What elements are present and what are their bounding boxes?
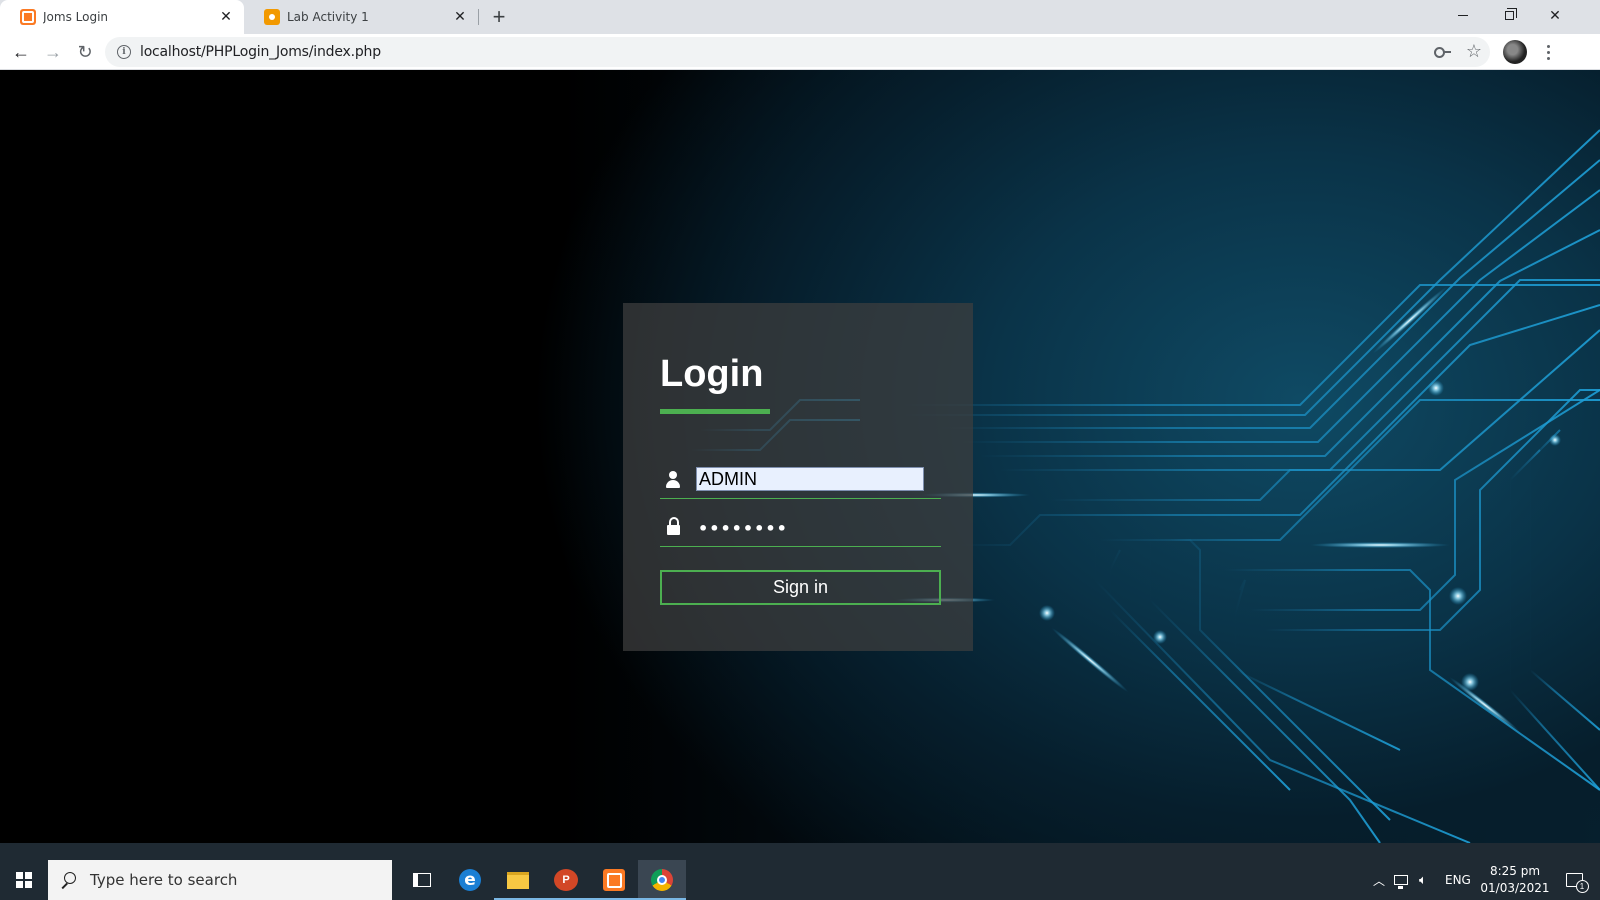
chrome-button[interactable] <box>638 860 686 900</box>
xampp-icon <box>20 9 36 25</box>
key-icon[interactable] <box>1433 42 1452 60</box>
network-icon <box>1394 875 1408 889</box>
reload-button[interactable]: ↻ <box>71 38 99 66</box>
chrome-icon <box>651 869 673 891</box>
forward-button[interactable]: → <box>39 38 67 66</box>
task-view-button[interactable] <box>398 860 446 900</box>
tab-divider <box>478 9 479 25</box>
xampp-button[interactable] <box>590 860 638 900</box>
powerpoint-icon: P <box>554 869 578 891</box>
password-field: •••••••• <box>660 511 941 547</box>
login-card: Login •••••••• Sign in <box>623 303 973 651</box>
profile-avatar[interactable] <box>1503 40 1527 64</box>
lock-icon <box>667 517 681 537</box>
close-tab-icon[interactable]: ✕ <box>218 9 234 25</box>
taskbar-search-box[interactable]: Type here to search <box>48 860 392 900</box>
powerpoint-button[interactable]: P <box>542 860 590 900</box>
arrow-left-icon: ← <box>12 41 30 62</box>
search-icon <box>60 872 76 888</box>
password-input[interactable]: •••••••• <box>696 515 924 541</box>
action-center-button[interactable]: 1 <box>1554 860 1594 900</box>
minimize-icon <box>1458 14 1468 16</box>
tab-title: Lab Activity 1 <box>287 10 369 24</box>
edge-icon: e <box>459 869 481 891</box>
restore-icon <box>1504 7 1517 20</box>
close-window-button[interactable]: ✕ <box>1532 0 1578 30</box>
windows-icon <box>16 872 32 888</box>
user-icon <box>666 471 680 489</box>
network-button[interactable] <box>1394 860 1412 900</box>
close-tab-icon[interactable]: ✕ <box>452 9 468 25</box>
title-underline <box>660 409 770 414</box>
browser-tab-strip: Joms Login ✕ Lab Activity 1 ✕ + ✕ <box>0 0 1600 34</box>
address-bar[interactable]: i localhost/PHPLogin_Joms/index.php ☆ <box>105 37 1490 67</box>
search-placeholder: Type here to search <box>90 871 238 889</box>
page-viewport: Login •••••••• Sign in <box>0 70 1600 843</box>
show-hidden-icons-button[interactable]: ︿ <box>1373 860 1387 900</box>
back-button[interactable]: ← <box>7 38 35 66</box>
edge-button[interactable]: e <box>446 860 494 900</box>
clock-time: 8:25 pm <box>1489 864 1541 878</box>
folder-icon <box>507 871 529 889</box>
classroom-icon <box>264 9 280 25</box>
page-title: Login <box>660 353 764 395</box>
language-indicator[interactable]: ENG <box>1445 860 1475 900</box>
browser-menu-button[interactable] <box>1538 40 1558 64</box>
xampp-icon <box>603 869 625 891</box>
notification-count: 1 <box>1575 880 1589 893</box>
task-view-icon <box>413 873 431 887</box>
file-explorer-button[interactable] <box>494 860 542 900</box>
new-tab-button[interactable]: + <box>486 4 512 30</box>
start-button[interactable] <box>0 860 48 900</box>
info-icon[interactable]: i <box>117 45 131 59</box>
tab-title: Joms Login <box>43 10 109 24</box>
tab-joms-login[interactable]: Joms Login ✕ <box>0 0 244 34</box>
restore-button[interactable] <box>1486 0 1532 30</box>
notification-icon: 1 <box>1565 873 1589 893</box>
speaker-icon: 🔈︎ <box>1419 872 1427 888</box>
chevron-up-icon: ︿ <box>1373 873 1386 888</box>
browser-toolbar: ← → ↻ i localhost/PHPLogin_Joms/index.ph… <box>0 34 1600 70</box>
arrow-right-icon: → <box>44 41 62 62</box>
close-icon: ✕ <box>1549 6 1561 23</box>
sign-in-button[interactable]: Sign in <box>660 570 941 605</box>
username-input[interactable] <box>696 467 924 491</box>
volume-button[interactable]: 🔈︎ <box>1419 860 1437 900</box>
url-text[interactable]: localhost/PHPLogin_Joms/index.php <box>140 44 381 60</box>
tab-lab-activity[interactable]: Lab Activity 1 ✕ <box>244 0 478 34</box>
clock[interactable]: 8:25 pm 01/03/2021 <box>1479 860 1551 900</box>
star-icon[interactable]: ☆ <box>1466 42 1482 60</box>
minimize-button[interactable] <box>1440 0 1486 30</box>
clock-date: 01/03/2021 <box>1480 881 1550 895</box>
reload-icon: ↻ <box>77 41 93 62</box>
username-field <box>660 463 941 499</box>
